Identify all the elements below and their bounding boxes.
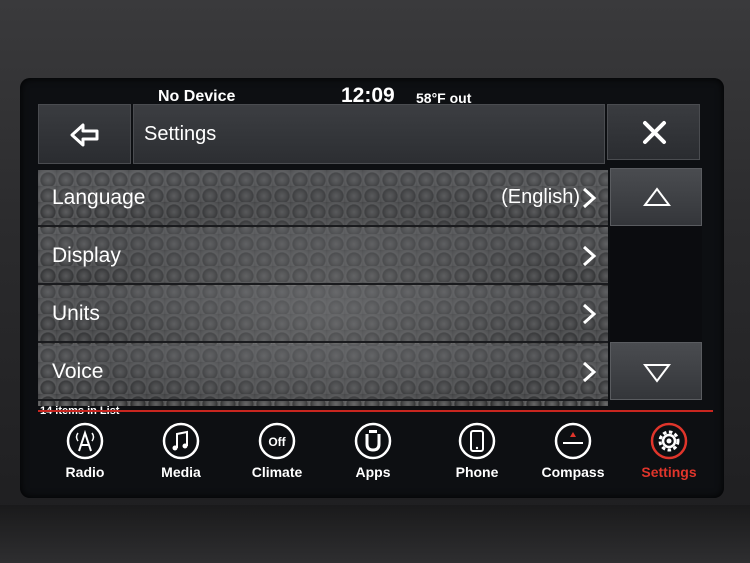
nav-climate[interactable]: Off Climate — [232, 414, 322, 494]
nav-media[interactable]: Media — [136, 414, 226, 494]
nav-settings[interactable]: Settings — [624, 414, 714, 494]
nav-label: Radio — [65, 464, 105, 480]
radio-tower-icon — [66, 422, 104, 460]
scroll-up-button[interactable] — [610, 168, 702, 226]
nav-label: Climate — [251, 464, 303, 480]
list-item-label: Voice — [52, 360, 104, 383]
list-item-voice[interactable]: Voice — [38, 344, 608, 401]
climate-off-text: Off — [268, 435, 286, 449]
nav-apps[interactable]: Apps — [328, 414, 418, 494]
list-item-value: (English) — [501, 186, 580, 208]
apps-icon — [354, 422, 392, 460]
chevron-right-icon — [582, 361, 597, 383]
scrollbar[interactable] — [610, 168, 702, 400]
list-item-language[interactable]: Language (English) — [38, 170, 608, 227]
list-item-display[interactable]: Display — [38, 228, 608, 285]
page-title: Settings — [144, 123, 217, 145]
nav-label: Compass — [541, 464, 605, 480]
triangle-up-icon — [643, 187, 671, 206]
nav-label: Apps — [355, 464, 391, 480]
nav-phone[interactable]: Phone — [432, 414, 522, 494]
settings-list: Language (English) Display Units Voice — [38, 170, 608, 406]
accent-divider — [38, 410, 713, 412]
list-item-label: Language — [52, 186, 146, 209]
back-arrow-icon — [70, 123, 99, 147]
nav-label: Settings — [641, 464, 697, 480]
nav-radio[interactable]: Radio — [40, 414, 130, 494]
nav-label: Phone — [455, 464, 499, 480]
compass-icon — [554, 422, 592, 460]
bezel-lower-trim — [0, 505, 750, 563]
close-icon — [643, 121, 666, 144]
nav-label: Media — [161, 464, 201, 480]
music-note-icon — [162, 422, 200, 460]
back-button[interactable] — [38, 104, 131, 164]
bottom-nav: Radio Media Off Climate Apps Phone Compa… — [38, 414, 713, 494]
list-item-label: Display — [52, 244, 121, 267]
chevron-right-icon — [582, 245, 597, 267]
title-bar: Settings — [133, 104, 605, 164]
chevron-right-icon — [582, 187, 597, 209]
chevron-right-icon — [582, 303, 597, 325]
list-item-units[interactable]: Units — [38, 286, 608, 343]
list-item-label: Units — [52, 302, 100, 325]
scroll-down-button[interactable] — [610, 342, 702, 400]
gear-icon — [650, 422, 688, 460]
climate-off-icon: Off — [258, 422, 296, 460]
nav-compass[interactable]: Compass — [528, 414, 618, 494]
phone-icon — [458, 422, 496, 460]
close-button[interactable] — [607, 104, 700, 160]
triangle-down-icon — [643, 364, 671, 383]
